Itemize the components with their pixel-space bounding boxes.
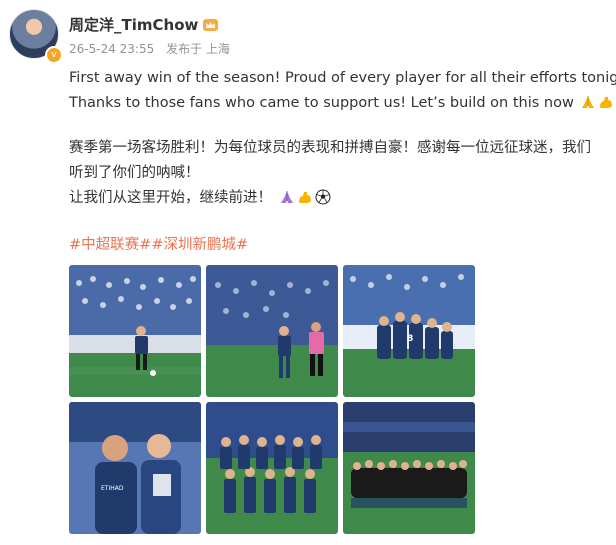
hashtag-csl[interactable]: #中超联赛# [69, 237, 151, 253]
photo-referee-and-player[interactable] [206, 265, 338, 397]
flexed-bicep-icon [298, 192, 311, 203]
crown-icon [203, 19, 219, 31]
author-name[interactable]: 周定洋_TimChow [69, 16, 198, 34]
post-en-line-2: Thanks to those fans who came to support… [69, 95, 574, 111]
photo-grid: 8 ETIHAD [69, 265, 475, 537]
hashtag-row: #中超联赛##深圳新鹏城# [69, 233, 248, 254]
verified-badge-icon: v [45, 46, 63, 64]
photo-team-lineup[interactable] [206, 402, 338, 534]
folded-hands-icon [280, 191, 293, 203]
svg-text:ETIHAD: ETIHAD [101, 485, 124, 492]
post-meta: 26-5-24 23:55 发布于 上海 [69, 40, 238, 57]
photo-team-celebration[interactable]: 8 [343, 265, 475, 397]
photo-group-in-stadium[interactable] [343, 402, 475, 534]
post-body: First away win of the season! Proud of e… [69, 66, 616, 211]
post-en-line-2-row: Thanks to those fans who came to support… [69, 91, 613, 116]
folded-hands-icon [582, 96, 595, 108]
author-name-row[interactable]: 周定洋_TimChow [69, 14, 219, 35]
post-cn-line-3-row: 让我们从这里开始，继续前进！ [69, 186, 609, 211]
post-cn-line-1: 赛季第一场客场胜利！为每位球员的表现和拼搏自豪！感谢每一位远征球迷，我们 [69, 140, 591, 156]
post-en-line-1: First away win of the season! Proud of e… [69, 70, 616, 86]
photo-selfie-with-coach[interactable]: ETIHAD [69, 402, 201, 534]
post-timestamp[interactable]: 26-5-24 23:55 [69, 42, 154, 56]
post-cn-line-2: 听到了你们的呐喊！ [69, 165, 200, 181]
post-location: 发布于 上海 [166, 42, 230, 56]
post-cn-line-3: 让我们从这里开始，继续前进！ [69, 190, 272, 206]
svg-text:8: 8 [407, 334, 413, 344]
photo-player-dribbling[interactable] [69, 265, 201, 397]
hashtag-shenzhen-peng-city[interactable]: #深圳新鹏城# [151, 237, 248, 253]
soccer-ball-icon [315, 189, 331, 205]
flexed-bicep-icon [600, 97, 613, 108]
